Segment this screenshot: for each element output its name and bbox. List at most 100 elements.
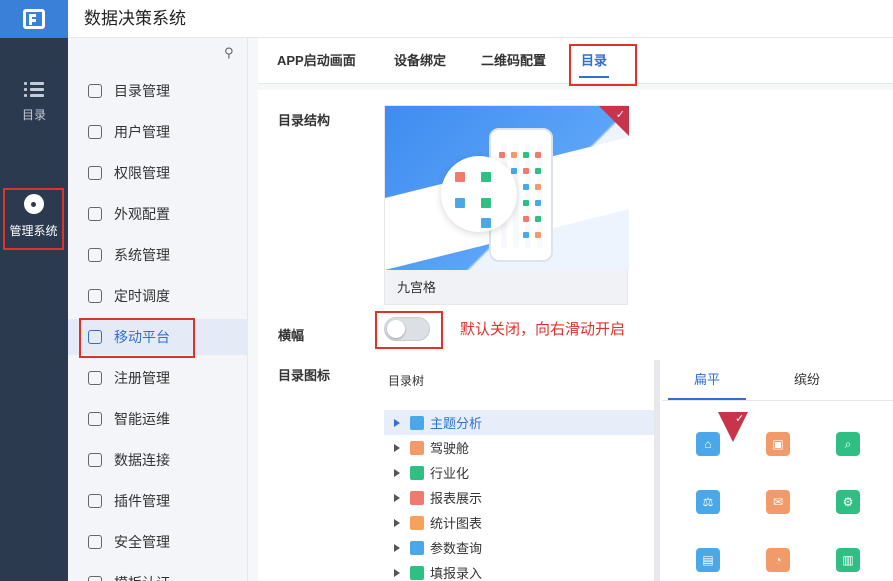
app-logo[interactable] <box>0 0 68 38</box>
style-tab-colorful[interactable]: 缤纷 <box>762 360 852 400</box>
icon-style-panel: 扁平 缤纷 ⌂ ▣ ⌕ ⚖ ✉ ⚙ ▤ ◔ ▥ ✓ <box>662 360 893 581</box>
active-nav-highlight <box>79 318 195 358</box>
catalog-settings: 目录结构 ✓ 九宫格 横幅 默认关闭，向右滑动开启 目录图标 目录树 主题分析 … <box>258 90 893 581</box>
tree-row[interactable]: 参数查询 <box>384 535 654 560</box>
document-icon[interactable]: ▤ <box>696 548 720 572</box>
file-icon[interactable]: ▥ <box>836 548 860 572</box>
tree-row-label: 行业化 <box>430 466 470 481</box>
app-title: 数据决策系统 <box>84 9 186 28</box>
briefcase-icon[interactable]: ✉ <box>766 490 790 514</box>
tree-row[interactable]: 报表展示 <box>384 485 654 510</box>
list-icon <box>88 84 102 98</box>
sidebar-item-label: 权限管理 <box>114 165 170 181</box>
expand-arrow-icon[interactable] <box>394 568 400 577</box>
catalog-item-icon <box>410 415 424 430</box>
tab-device-binding[interactable]: 设备绑定 <box>394 38 446 84</box>
tab-app-launch-screen[interactable]: APP启动画面 <box>277 38 356 84</box>
network-icon <box>88 412 102 426</box>
tree-row[interactable]: 主题分析 <box>384 410 654 435</box>
gear-icon <box>88 248 102 262</box>
presentation-icon[interactable]: ▣ <box>766 432 790 456</box>
puzzle-icon <box>88 494 102 508</box>
catalog-item-icon <box>410 440 424 455</box>
landscape-hint: 默认关闭，向右滑动开启 <box>460 321 626 338</box>
sidebar-item-7[interactable]: 注册管理 <box>68 360 248 396</box>
tree-row-label: 驾驶舱 <box>430 441 470 456</box>
tree-row-label: 主题分析 <box>430 416 483 431</box>
tab-qrcode-config[interactable]: 二维码配置 <box>481 38 546 84</box>
home-icon[interactable]: ⌂ <box>696 432 720 456</box>
active-tab-highlight <box>569 44 637 86</box>
sidebar-item-label: 智能运维 <box>114 411 170 427</box>
catalog-item-icon <box>410 490 424 505</box>
sidebar-item-label: 插件管理 <box>114 493 170 509</box>
rail-item-manage-system[interactable]: 管理系统 <box>3 188 64 250</box>
sidebar-item-label: 安全管理 <box>114 534 170 550</box>
sidebar-item-8[interactable]: 智能运维 <box>68 401 248 437</box>
catalog-item-icon <box>410 465 424 480</box>
search-icon[interactable]: ⌕ <box>836 432 860 456</box>
sidebar-item-10[interactable]: 插件管理 <box>68 483 248 519</box>
shield-icon <box>88 535 102 549</box>
expand-arrow-icon[interactable] <box>394 443 400 452</box>
sidebar-item-9[interactable]: 数据连接 <box>68 442 248 478</box>
lock-icon <box>88 166 102 180</box>
tree-row[interactable]: 填报录入 <box>384 560 654 581</box>
sidebar-item-label: 数据连接 <box>114 452 170 468</box>
structure-preview-image: ✓ <box>385 106 629 270</box>
zoom-bubble-illustration <box>441 156 517 232</box>
sidebar-item-12[interactable]: 模板认证 <box>68 565 248 581</box>
list-icon <box>24 82 44 98</box>
sidebar-item-4[interactable]: 系统管理 <box>68 237 248 273</box>
expand-arrow-icon[interactable] <box>394 493 400 502</box>
expand-arrow-icon[interactable] <box>394 418 400 427</box>
expand-arrow-icon[interactable] <box>394 518 400 527</box>
selected-flag-icon: ✓ <box>718 412 748 442</box>
tree-row-label: 填报录入 <box>430 566 483 581</box>
sidebar-item-label: 目录管理 <box>114 83 170 99</box>
tree-row[interactable]: 统计图表 <box>384 510 654 535</box>
tree-row-label: 参数查询 <box>430 541 483 556</box>
timer-icon <box>88 289 102 303</box>
expand-arrow-icon[interactable] <box>394 468 400 477</box>
sidebar-item-3[interactable]: 外观配置 <box>68 196 248 232</box>
structure-label: 目录结构 <box>278 113 331 128</box>
style-tab-flat[interactable]: 扁平 <box>662 360 752 400</box>
main-panel: APP启动画面 设备绑定 二维码配置 目录 目录结构 ✓ 九宫格 横幅 默认关闭… <box>248 38 893 581</box>
sidebar: ⚲ 目录管理 用户管理 权限管理 外观配置 系统管理 定时调度 移动平台 注册管理 智能运维 数据… <box>68 38 248 581</box>
catalog-tree-panel: 目录树 主题分析 驾驶舱 行业化 报表展示 统计图表 参数查询 填报录入 <box>384 360 660 581</box>
structure-option-label: 九宫格 <box>397 280 437 295</box>
certificate-icon <box>88 576 102 581</box>
chart-circle-icon[interactable]: ◔ <box>766 548 790 572</box>
sidebar-item-2[interactable]: 权限管理 <box>68 155 248 191</box>
tree-row[interactable]: 行业化 <box>384 460 654 485</box>
pin-icon[interactable]: ⚲ <box>224 46 238 60</box>
balance-icon[interactable]: ⚖ <box>696 490 720 514</box>
expand-arrow-icon[interactable] <box>394 543 400 552</box>
sidebar-item-0[interactable]: 目录管理 <box>68 73 248 109</box>
tab-bar: APP启动画面 设备绑定 二维码配置 目录 <box>258 38 893 86</box>
sidebar-item-label: 模板认证 <box>114 573 170 581</box>
selected-check-icon: ✓ <box>599 106 629 136</box>
app-window: 数据决策系统 目录 管理系统 ⚲ 目录管理用户管理权限管理外观配置系统管理定时调… <box>0 0 893 581</box>
landscape-label: 横幅 <box>278 328 305 343</box>
tree-row[interactable]: 驾驶舱 <box>384 435 654 460</box>
tree-row-label: 报表展示 <box>430 491 483 506</box>
landscape-toggle[interactable] <box>384 317 430 341</box>
paint-roller-icon <box>88 207 102 221</box>
user-icon <box>88 125 102 139</box>
sidebar-item-1[interactable]: 用户管理 <box>68 114 248 150</box>
rail-item-catalog[interactable]: 目录 <box>0 82 68 123</box>
sidebar-item-11[interactable]: 安全管理 <box>68 524 248 560</box>
sidebar-item-label: 外观配置 <box>114 206 170 222</box>
link-icon <box>88 453 102 467</box>
gear-search-icon[interactable]: ⚙ <box>836 490 860 514</box>
icon-label: 目录图标 <box>278 368 331 383</box>
catalog-item-icon <box>410 540 424 555</box>
structure-option-card[interactable]: ✓ 九宫格 <box>384 105 629 305</box>
top-bar: 数据决策系统 <box>0 0 893 38</box>
sidebar-item-label: 系统管理 <box>114 247 170 263</box>
sidebar-item-label: 定时调度 <box>114 288 170 304</box>
rail-item-catalog-label: 目录 <box>21 108 46 122</box>
sidebar-item-5[interactable]: 定时调度 <box>68 278 248 314</box>
